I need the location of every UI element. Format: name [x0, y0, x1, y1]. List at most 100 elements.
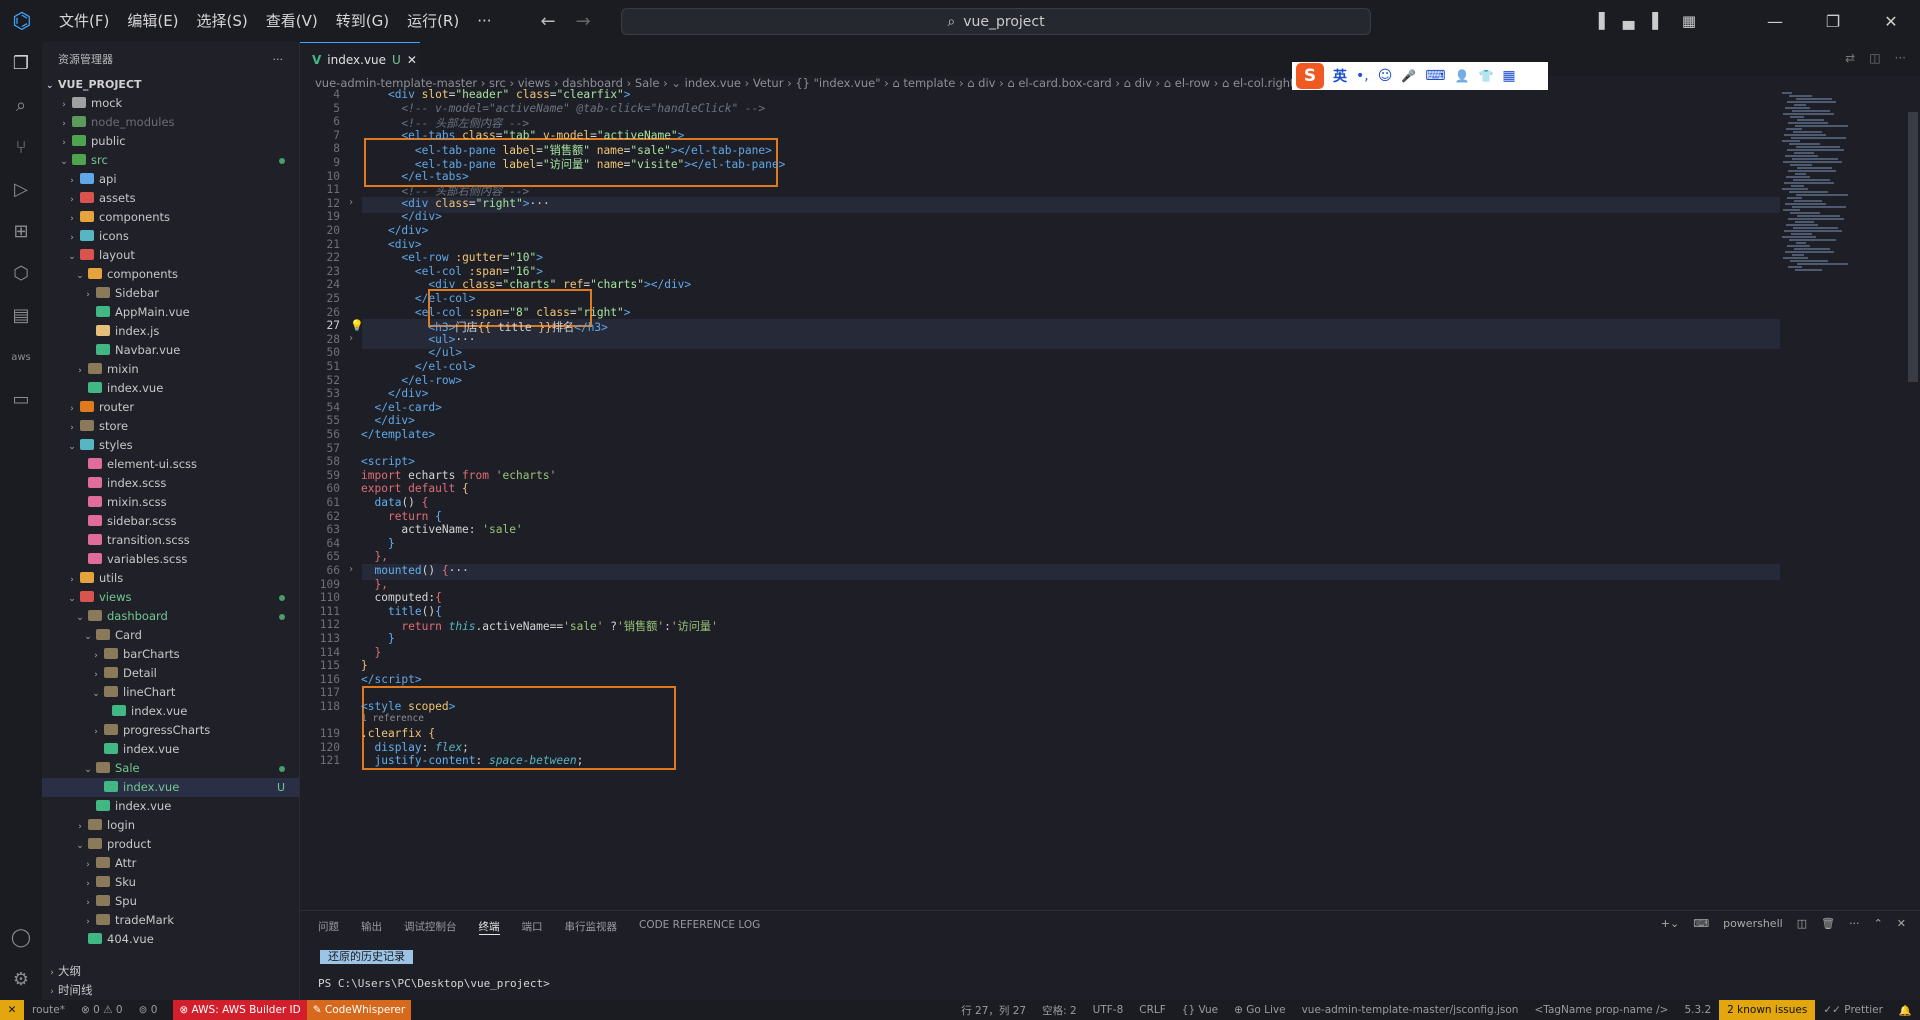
tab-serial-monitor[interactable]: 串行监视器: [565, 919, 618, 935]
tab-debug-console[interactable]: 调试控制台: [404, 919, 457, 935]
fold-chevron-icon[interactable]: ›: [348, 564, 354, 575]
codewhisperer-status[interactable]: ✎ CodeWhisperer: [306, 1000, 412, 1020]
tree-item[interactable]: › api: [42, 170, 299, 189]
tree-item[interactable]: › router: [42, 398, 299, 417]
minimize-icon[interactable]: —: [1746, 12, 1804, 31]
compare-icon[interactable]: ⇄: [1845, 51, 1855, 65]
indentation[interactable]: 空格: 2: [1034, 1003, 1085, 1018]
code-line[interactable]: </div>: [361, 224, 428, 237]
tree-item[interactable]: index.scss: [42, 474, 299, 493]
back-arrow-icon[interactable]: ←: [541, 11, 556, 32]
tree-item[interactable]: › mixin: [42, 360, 299, 379]
close-window-icon[interactable]: ✕: [1862, 12, 1920, 31]
code-line[interactable]: </div>: [361, 210, 441, 223]
tree-item[interactable]: ⌄ Sale: [42, 759, 299, 778]
maximize-panel-icon[interactable]: ⌃: [1874, 917, 1883, 930]
menu-file[interactable]: 文件(F): [50, 0, 118, 42]
tree-item[interactable]: › barCharts: [42, 645, 299, 664]
code-line[interactable]: import echarts from 'echarts': [361, 469, 556, 482]
ime-skin-icon[interactable]: 👕: [1478, 69, 1493, 83]
code-line[interactable]: <el-col :span="16">: [361, 265, 543, 278]
code-line[interactable]: activeName: 'sale': [361, 523, 522, 536]
code-line[interactable]: export default {: [361, 482, 469, 495]
code-line[interactable]: }: [361, 646, 381, 659]
tree-item[interactable]: ⌄ src: [42, 151, 299, 170]
timeline-section[interactable]: › 时间线: [42, 981, 299, 1000]
tree-item[interactable]: › Attr: [42, 854, 299, 873]
known-issues[interactable]: 2 known issues: [1719, 1000, 1816, 1020]
cursor-position[interactable]: 行 27，列 27: [953, 1003, 1034, 1018]
code-line[interactable]: </div>: [361, 414, 414, 427]
language-mode[interactable]: {} Vue: [1174, 1004, 1226, 1016]
remote-explorer-icon[interactable]: ⬡: [0, 252, 42, 294]
code-line[interactable]: </el-tabs>: [361, 170, 468, 183]
encoding[interactable]: UTF-8: [1085, 1004, 1132, 1016]
tab-code-reference-log[interactable]: CODE REFERENCE LOG: [639, 919, 760, 935]
code-line[interactable]: </el-row>: [361, 374, 462, 387]
workspace-root[interactable]: ⌄ VUE_PROJECT: [42, 76, 299, 94]
ime-lang-toggle[interactable]: 英: [1333, 66, 1347, 86]
ime-toolbox-icon[interactable]: ▦: [1502, 68, 1515, 84]
code-line[interactable]: mounted() {···: [361, 564, 468, 577]
tree-item[interactable]: › icons: [42, 227, 299, 246]
aws-builder-id[interactable]: ⊗ AWS: AWS Builder ID: [173, 1000, 307, 1020]
tree-item[interactable]: ⌄ layout: [42, 246, 299, 265]
close-panel-icon[interactable]: ✕: [1897, 917, 1906, 930]
prettier-status[interactable]: ✓✓ Prettier: [1815, 1004, 1891, 1016]
chat-icon[interactable]: ▭: [0, 378, 42, 420]
ts-version[interactable]: 5.3.2: [1676, 1004, 1719, 1016]
close-tab-icon[interactable]: ✕: [407, 53, 417, 67]
tree-item[interactable]: › components: [42, 208, 299, 227]
tree-item[interactable]: › utils: [42, 569, 299, 588]
code-line[interactable]: <el-row :gutter="10">: [361, 251, 543, 264]
tree-item[interactable]: ⌄ components: [42, 265, 299, 284]
tree-item[interactable]: › login: [42, 816, 299, 835]
explorer-icon[interactable]: ❐: [0, 42, 42, 84]
code-line[interactable]: <script>: [361, 455, 415, 468]
menu-go[interactable]: 转到(G): [327, 0, 398, 42]
tree-item[interactable]: element-ui.scss: [42, 455, 299, 474]
tree-item[interactable]: › Spu: [42, 892, 299, 911]
menu-more[interactable]: ···: [468, 0, 500, 42]
code-line[interactable]: }: [361, 537, 395, 550]
tree-item[interactable]: 404.vue: [42, 930, 299, 949]
ime-mic-icon[interactable]: 🎤: [1401, 69, 1416, 83]
codegpt-icon[interactable]: ▤: [0, 294, 42, 336]
tree-item[interactable]: ⌄ product: [42, 835, 299, 854]
menu-edit[interactable]: 编辑(E): [118, 0, 187, 42]
tree-item[interactable]: ⌄ Card: [42, 626, 299, 645]
code-line[interactable]: <div class="charts" ref="charts"></div>: [361, 278, 691, 291]
kill-terminal-icon[interactable]: 🗑: [1821, 917, 1835, 930]
ports-count[interactable]: ⊚ 0: [131, 1004, 166, 1016]
code-line[interactable]: <el-col :span="8" class="right">: [361, 306, 631, 319]
tab-output[interactable]: 输出: [361, 919, 382, 935]
aws-icon[interactable]: aws: [0, 336, 42, 378]
restore-icon[interactable]: ❐: [1804, 12, 1862, 31]
code-editor[interactable]: 4 <div slot="header" class="clearfix"> 5 …: [300, 84, 1780, 910]
tree-item[interactable]: variables.scss: [42, 550, 299, 569]
settings-gear-icon[interactable]: ⚙: [0, 958, 42, 1000]
ime-keyboard-icon[interactable]: ⌨: [1425, 68, 1445, 84]
code-line[interactable]: return {: [361, 510, 442, 523]
menu-view[interactable]: 查看(V): [257, 0, 327, 42]
code-line[interactable]: </el-card>: [361, 401, 441, 414]
code-line[interactable]: <!-- v-model="activeName" @tab-click="ha…: [361, 102, 765, 115]
ime-user-icon[interactable]: 👤: [1455, 69, 1470, 83]
fold-chevron-icon[interactable]: ›: [348, 333, 354, 344]
code-line[interactable]: computed:{: [361, 591, 441, 604]
tree-item[interactable]: Navbar.vue: [42, 341, 299, 360]
code-line[interactable]: </el-col>: [361, 360, 476, 373]
code-line[interactable]: <el-tabs class="tab" v-model="activeName…: [361, 129, 684, 142]
tab-problems[interactable]: 问题: [318, 919, 339, 935]
split-editor-icon[interactable]: ◫: [1869, 51, 1880, 65]
tree-item[interactable]: index.js: [42, 322, 299, 341]
code-line[interactable]: }: [361, 659, 368, 672]
tree-item[interactable]: › Detail: [42, 664, 299, 683]
tree-item[interactable]: ⌄ styles: [42, 436, 299, 455]
editor-more-icon[interactable]: ···: [1895, 51, 1906, 65]
code-line[interactable]: display: flex;: [361, 741, 468, 754]
source-control-icon[interactable]: ⑂: [0, 126, 42, 168]
ime-punct-icon[interactable]: •,: [1356, 68, 1369, 84]
toggle-secondary-sidebar-icon[interactable]: ▌: [1652, 12, 1664, 30]
search-view-icon[interactable]: ⌕: [0, 84, 42, 126]
